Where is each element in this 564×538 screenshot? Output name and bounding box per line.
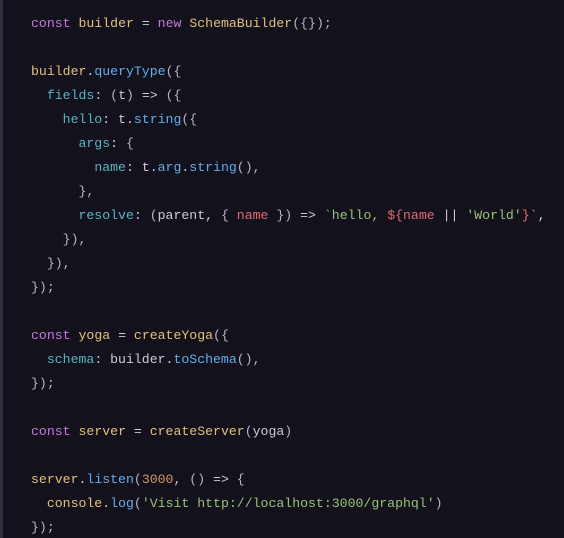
token-plain bbox=[31, 88, 47, 103]
token-plain: , bbox=[173, 472, 189, 487]
code-editor-pane: const builder = new SchemaBuilder({}); b… bbox=[0, 0, 564, 538]
token-tmpl: `hello, bbox=[324, 208, 387, 223]
token-plain: => bbox=[134, 88, 166, 103]
token-plain: : bbox=[94, 88, 110, 103]
token-plain bbox=[31, 256, 47, 271]
token-kw: const bbox=[31, 424, 71, 439]
token-paren: }); bbox=[31, 280, 55, 295]
token-paren: }); bbox=[31, 376, 55, 391]
token-ident: server bbox=[79, 424, 126, 439]
token-paren: ) bbox=[435, 496, 443, 511]
token-plain: : t. bbox=[102, 112, 134, 127]
token-paren: ({ bbox=[166, 64, 182, 79]
token-plain: = bbox=[110, 328, 134, 343]
token-interp: } bbox=[522, 208, 530, 223]
token-paren: ({ bbox=[181, 112, 197, 127]
token-ident: builder bbox=[31, 64, 86, 79]
token-plain bbox=[71, 328, 79, 343]
token-prop: name bbox=[94, 160, 126, 175]
token-plain: , bbox=[538, 208, 546, 223]
token-ident: builder bbox=[79, 16, 134, 31]
token-name2: name bbox=[237, 208, 269, 223]
token-plain bbox=[31, 136, 78, 151]
token-plain: t bbox=[118, 88, 126, 103]
token-plain: : builder. bbox=[94, 352, 173, 367]
token-plain: => bbox=[205, 472, 237, 487]
token-plain bbox=[31, 112, 63, 127]
token-interp: ${ bbox=[387, 208, 403, 223]
token-paren: ) bbox=[126, 88, 134, 103]
token-paren: }); bbox=[31, 520, 55, 535]
token-paren: ({ bbox=[166, 88, 182, 103]
token-prop: fields bbox=[47, 88, 94, 103]
token-paren: (), bbox=[237, 160, 261, 175]
token-plain bbox=[31, 232, 63, 247]
token-name2: name bbox=[403, 208, 435, 223]
token-prop: resolve bbox=[78, 208, 133, 223]
token-tmpl: ` bbox=[530, 208, 538, 223]
token-method: string bbox=[134, 112, 181, 127]
token-paren: ( bbox=[245, 424, 253, 439]
token-num: 3000 bbox=[142, 472, 174, 487]
token-paren: }, bbox=[78, 184, 94, 199]
token-plain: = bbox=[126, 424, 150, 439]
token-plain bbox=[229, 208, 237, 223]
token-paren: ( bbox=[150, 208, 158, 223]
token-paren: ({}); bbox=[292, 16, 332, 31]
token-prop: hello bbox=[63, 112, 103, 127]
token-paren: ( bbox=[110, 88, 118, 103]
token-plain: : bbox=[134, 208, 150, 223]
token-plain bbox=[71, 424, 79, 439]
token-ident: yoga bbox=[79, 328, 111, 343]
token-paren: (), bbox=[237, 352, 261, 367]
token-plain: || bbox=[435, 208, 467, 223]
token-ident: console bbox=[47, 496, 102, 511]
token-prop: schema bbox=[47, 352, 94, 367]
token-ident: createYoga bbox=[134, 328, 213, 343]
token-plain bbox=[31, 352, 47, 367]
token-paren: { bbox=[126, 136, 134, 151]
token-prop: args bbox=[78, 136, 110, 151]
token-ident: SchemaBuilder bbox=[189, 16, 292, 31]
token-plain: : t. bbox=[126, 160, 158, 175]
token-method: string bbox=[189, 160, 236, 175]
token-plain: yoga bbox=[253, 424, 285, 439]
token-ident: server bbox=[31, 472, 78, 487]
token-method: toSchema bbox=[173, 352, 236, 367]
token-method: log bbox=[110, 496, 134, 511]
token-ident: createServer bbox=[150, 424, 245, 439]
token-plain: : bbox=[110, 136, 126, 151]
token-paren: ( bbox=[134, 496, 142, 511]
token-paren: ) bbox=[284, 424, 292, 439]
token-plain: parent, bbox=[158, 208, 221, 223]
token-kw: new bbox=[158, 16, 182, 31]
token-paren: }), bbox=[63, 232, 87, 247]
token-plain: = bbox=[134, 16, 158, 31]
token-plain bbox=[31, 496, 47, 511]
token-plain bbox=[31, 208, 78, 223]
token-paren: ({ bbox=[213, 328, 229, 343]
token-method: queryType bbox=[94, 64, 165, 79]
token-plain bbox=[31, 160, 94, 175]
token-kw: const bbox=[31, 328, 71, 343]
token-plain bbox=[31, 184, 78, 199]
token-plain bbox=[71, 16, 79, 31]
token-paren: () bbox=[189, 472, 205, 487]
token-paren: ( bbox=[134, 472, 142, 487]
token-paren: { bbox=[221, 208, 229, 223]
token-method: arg bbox=[158, 160, 182, 175]
token-paren: }), bbox=[47, 256, 71, 271]
code-block: const builder = new SchemaBuilder({}); b… bbox=[3, 0, 564, 538]
token-method: listen bbox=[86, 472, 133, 487]
token-str: 'Visit http://localhost:3000/graphql' bbox=[142, 496, 435, 511]
token-plain: => bbox=[292, 208, 324, 223]
token-paren: { bbox=[237, 472, 245, 487]
token-str: 'World' bbox=[466, 208, 521, 223]
token-kw: const bbox=[31, 16, 71, 31]
token-plain: . bbox=[102, 496, 110, 511]
